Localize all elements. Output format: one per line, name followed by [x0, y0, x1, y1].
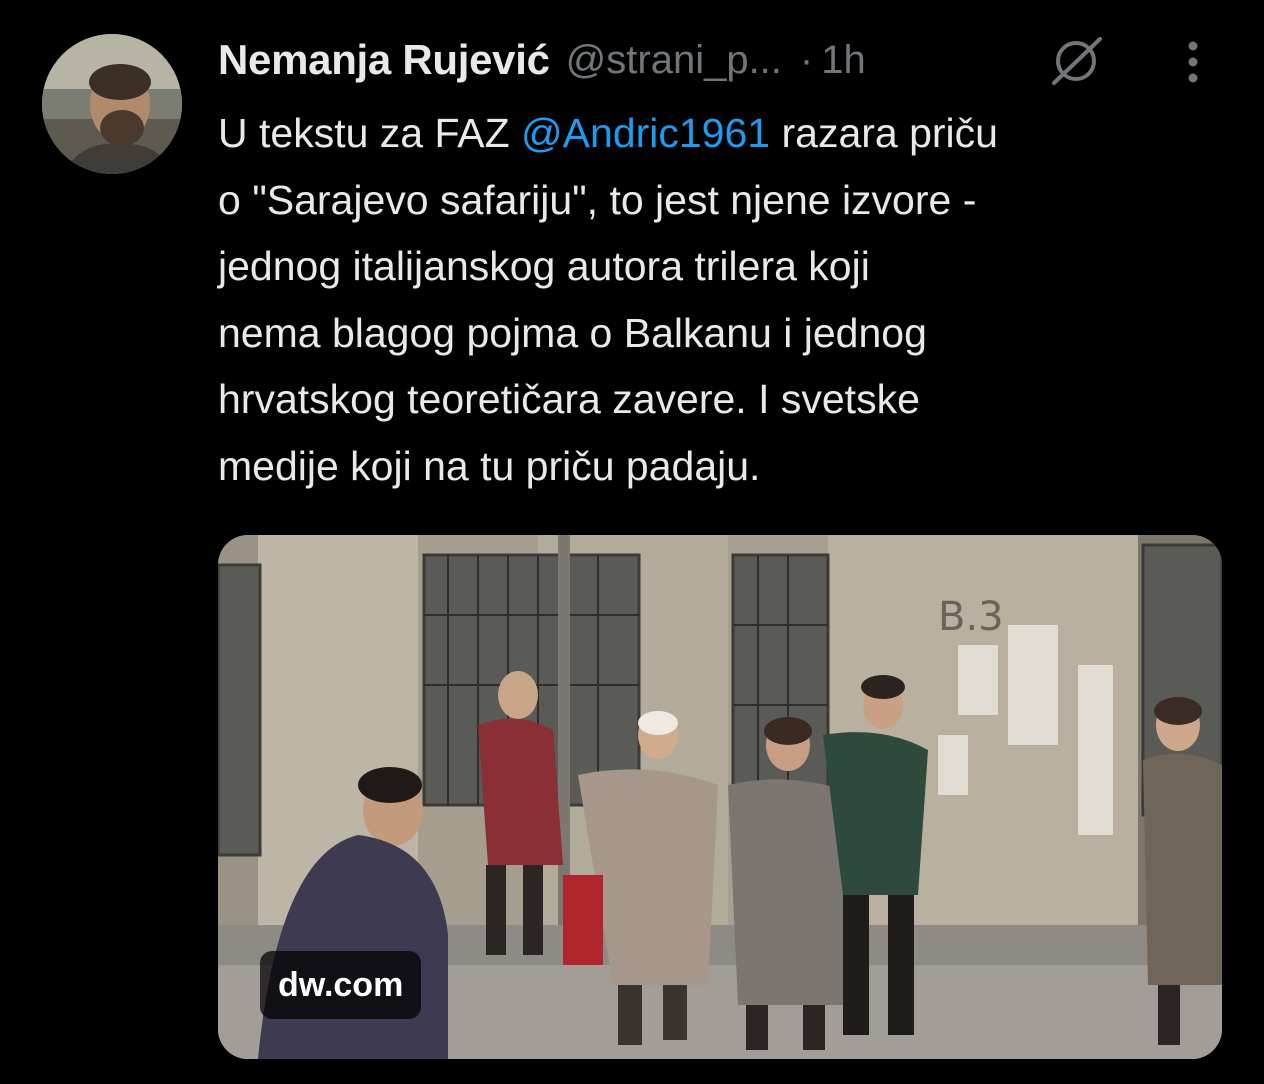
mention-link[interactable]: @Andric1961	[521, 110, 770, 156]
tweet-text-line: o "Sarajevo safariju", to jest njene izv…	[218, 176, 977, 223]
more-options-icon[interactable]	[1178, 38, 1208, 86]
author-display-name[interactable]: Nemanja Rujević	[218, 36, 550, 84]
author-handle[interactable]: @strani_p...	[566, 38, 782, 83]
tweet-header: Nemanja Rujević @strani_p... · 1h	[218, 30, 866, 90]
tweet-text-line: hrvatskog teoretičara zavere. I svetske	[218, 376, 920, 422]
profile-photo-icon	[42, 34, 182, 174]
tweet-text-line: U tekstu za FAZ @Andric1961 razara priču	[218, 100, 1228, 167]
link-preview-card[interactable]: B.3 dw.com	[218, 535, 1222, 1059]
tweet-text-segment: U tekstu za FAZ	[218, 110, 522, 156]
svg-text:B.3: B.3	[938, 594, 1004, 640]
tweet-text-segment: razara priču	[770, 110, 998, 156]
grok-icon[interactable]	[1046, 36, 1106, 86]
tweet-text-line: nema blagog pojma o Balkanu i jednog	[218, 309, 927, 356]
tweet[interactable]: Nemanja Rujević @strani_p... · 1h U teks…	[0, 0, 1264, 1084]
author-avatar[interactable]	[42, 34, 182, 174]
tweet-body: U tekstu za FAZ @Andric1961 razara priču…	[218, 100, 1228, 499]
separator-dot: ·	[799, 37, 814, 82]
tweet-text-line: medije koji na tu priču padaju.	[218, 442, 761, 489]
link-domain-badge[interactable]: dw.com	[260, 951, 422, 1019]
tweet-timestamp[interactable]: 1h	[821, 38, 866, 83]
tweet-text-line: jednog italijanskog autora trilera koji	[218, 243, 870, 289]
